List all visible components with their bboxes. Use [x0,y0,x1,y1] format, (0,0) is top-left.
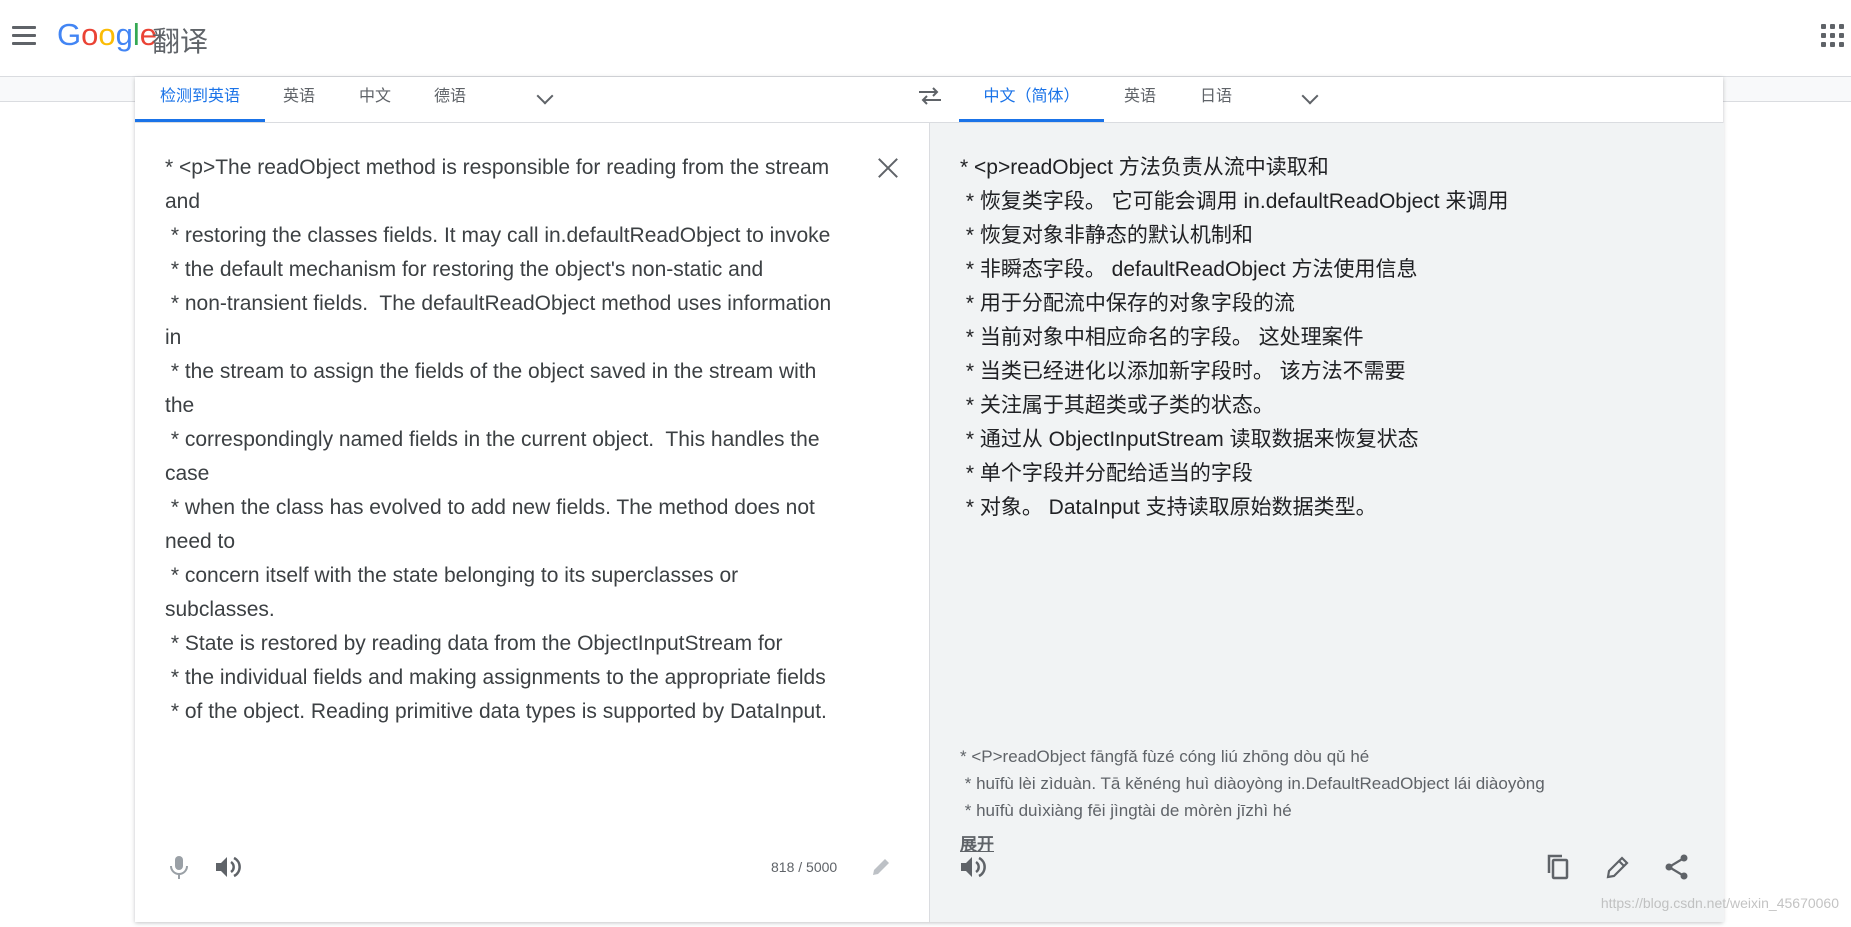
source-text-input[interactable]: * <p>The readObject method is responsibl… [165,151,845,729]
tab-source-german[interactable]: 德语 [434,77,466,122]
apps-grid-icon[interactable] [1821,24,1845,48]
copy-icon[interactable] [1542,851,1574,883]
google-logo[interactable]: Google [57,17,157,53]
product-name[interactable]: 翻译 [152,20,208,60]
tab-target-japanese[interactable]: 日语 [1200,77,1232,122]
tab-target-english[interactable]: 英语 [1124,77,1156,122]
translated-text: * <p>readObject 方法负责从流中读取和 * 恢复类字段。 它可能会… [960,156,1509,519]
top-header: Google 翻译 [0,0,1851,77]
source-language-dropdown[interactable] [535,88,555,108]
tab-target-chinese-simplified[interactable]: 中文（简体） [959,77,1104,122]
speaker-icon[interactable] [956,851,988,883]
csdn-watermark: https://blog.csdn.net/weixin_45670060 [1600,895,1839,911]
pencil-icon[interactable] [1602,851,1634,883]
hamburger-icon[interactable] [12,26,36,46]
swap-arrows-icon [919,87,941,105]
tab-detect-language[interactable]: 检测到英语 [135,77,265,122]
source-panel: * <p>The readObject method is responsibl… [135,123,928,922]
translation-card: 检测到英语 英语 中文 德语 中文（简体） 英语 日语 * <p>The rea… [135,77,1724,922]
share-icon[interactable] [1661,851,1693,883]
language-bar: 检测到英语 英语 中文 德语 中文（简体） 英语 日语 [135,77,1723,123]
close-icon[interactable] [875,155,901,181]
target-language-dropdown[interactable] [1300,88,1320,108]
transliteration-text: * <P>readObject fāngfǎ fùzé cóng liú zhō… [960,747,1545,820]
speaker-icon[interactable] [211,851,243,883]
swap-languages-button[interactable] [915,85,945,111]
tab-source-english[interactable]: 英语 [283,77,315,122]
microphone-icon[interactable] [163,851,195,883]
character-count: 818 / 5000 [771,859,838,875]
pencil-icon[interactable] [867,853,899,885]
target-panel: * <p>readObject 方法负责从流中读取和 * 恢复类字段。 它可能会… [929,123,1724,922]
tab-source-chinese[interactable]: 中文 [359,77,391,122]
